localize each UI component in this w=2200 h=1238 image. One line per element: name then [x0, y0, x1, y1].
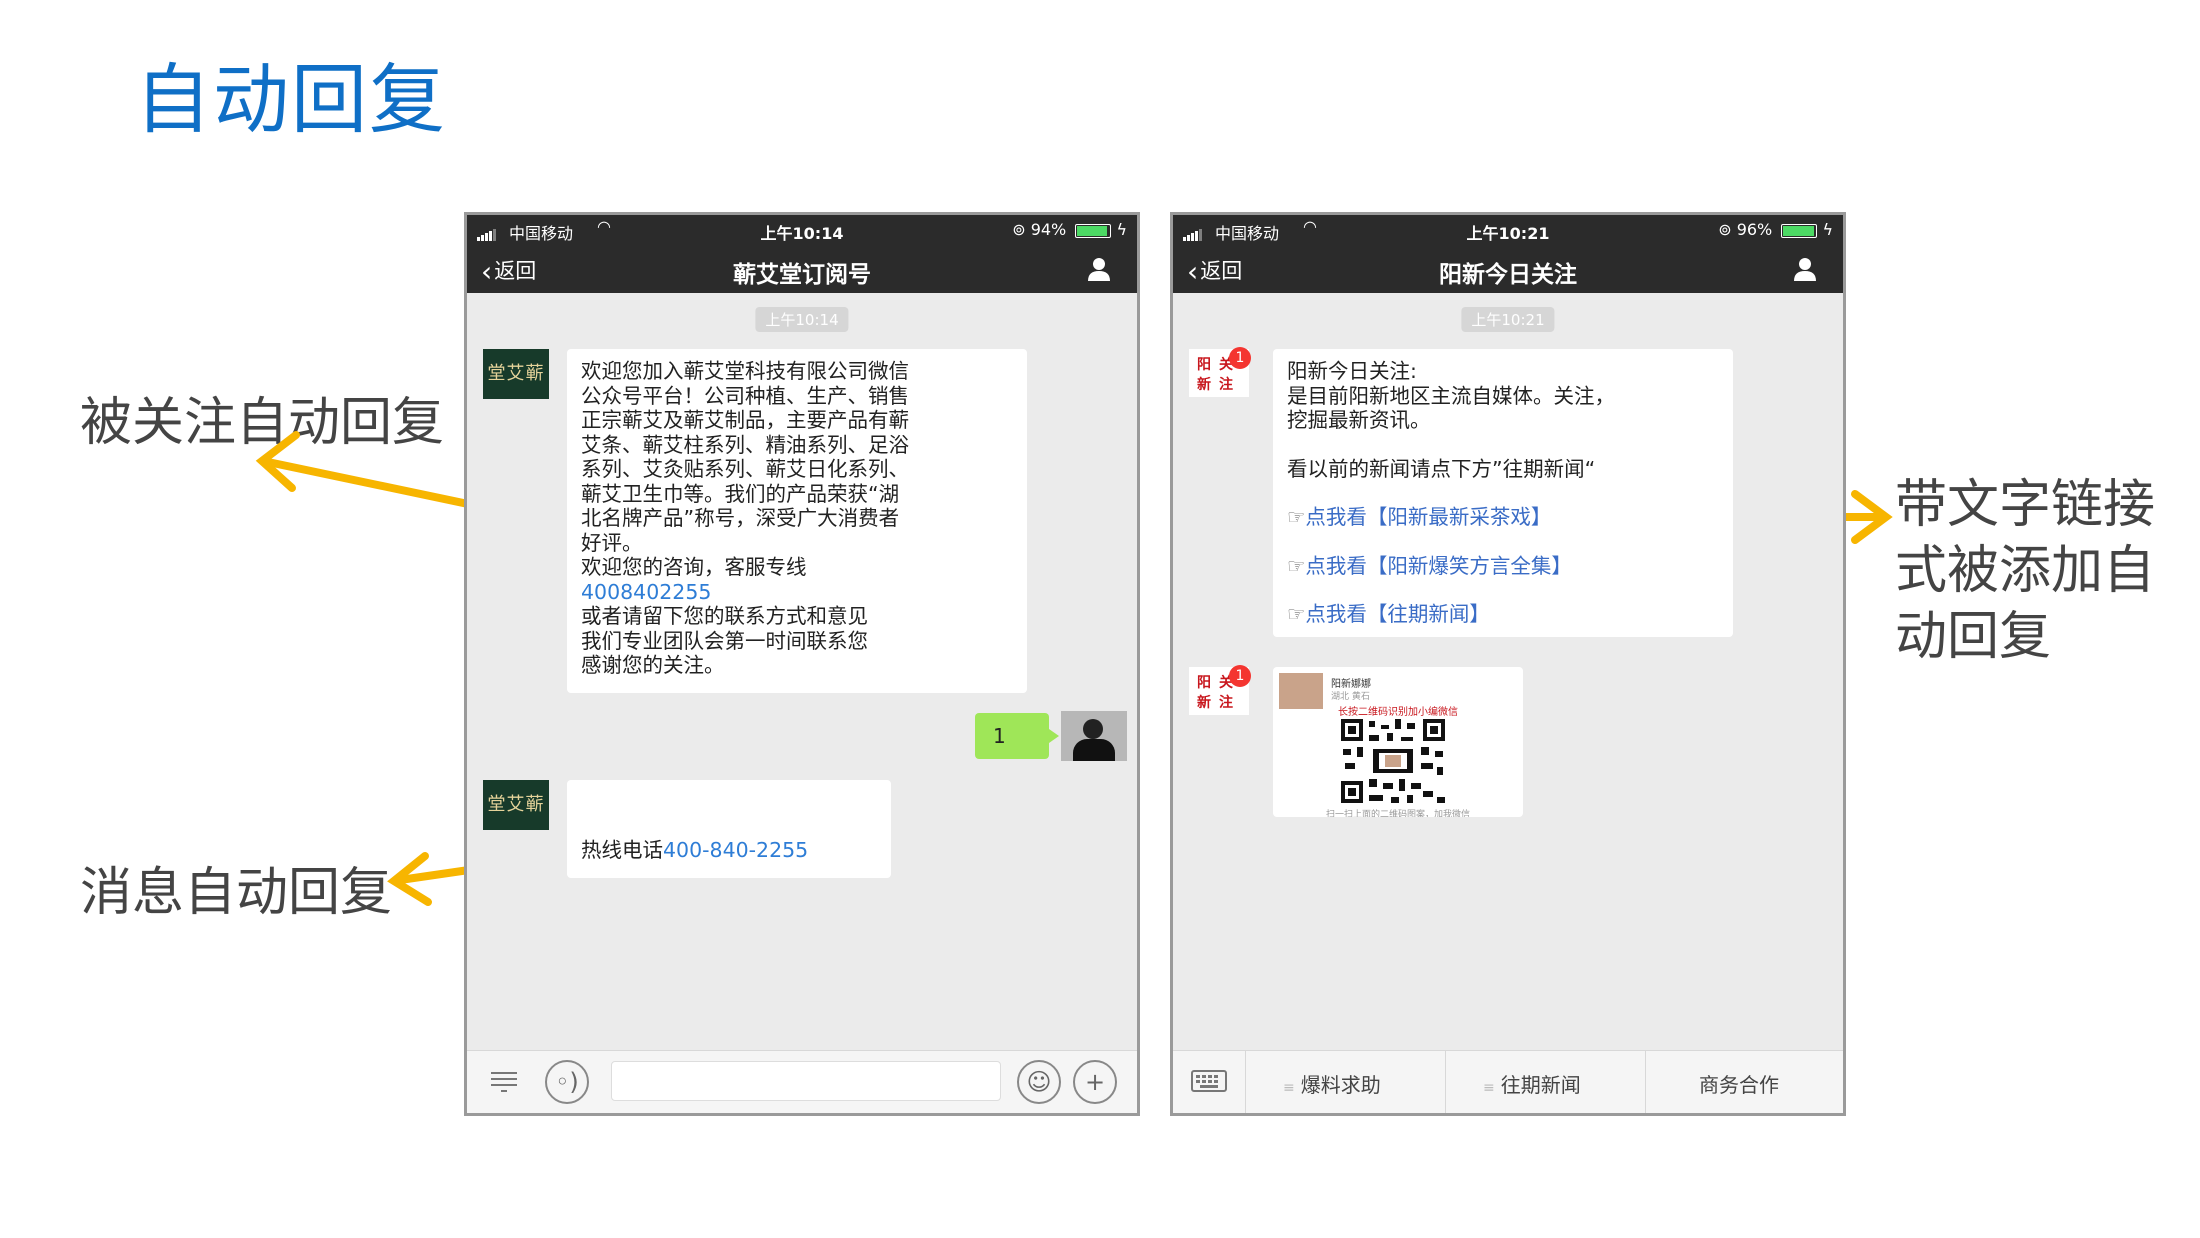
person-icon[interactable]	[1085, 255, 1113, 283]
chat-input-bar: ◦) ☺ +	[467, 1050, 1137, 1113]
label-link-line-3: 动回复	[1895, 607, 2052, 667]
message-timestamp: 上午10:14	[755, 307, 849, 332]
orientation-lock-icon: ⊚	[1012, 220, 1026, 239]
avatar-char: 阳	[1197, 675, 1211, 691]
status-bar: 中国移动 ◠ 上午10:14 ⊚ 94% ϟ	[467, 215, 1137, 245]
label-link-auto-reply: 带文字链接 式被添加自 动回复	[1895, 472, 2175, 670]
link-label: 点我看【阳新爆笑方言全集】	[1305, 553, 1572, 578]
qr-code-image-message[interactable]: 阳新娜娜 湖北 黄石 长按二维码识别加小编微信 扫一扫上面的二维码图案，加我微信	[1273, 667, 1523, 817]
menu-label: 商务合作	[1699, 1073, 1779, 1097]
label-link-line-2: 式被添加自	[1895, 541, 2156, 601]
service-phone-link[interactable]: 4008402255	[581, 580, 1013, 605]
avatar-char: 新	[1197, 377, 1211, 393]
welcome-line: 或者请留下您的联系方式和意见	[581, 604, 868, 628]
welcome-line: 我们专业团队会第一时间联系您	[581, 628, 868, 653]
welcome-line: 公众号平台！公司种植、生产、销售	[581, 383, 909, 408]
link-latest-opera[interactable]: ☞点我看【阳新最新采茶戏】	[1287, 505, 1719, 530]
welcome-line: 系列、艾灸贴系列、蕲艾日化系列、	[581, 457, 909, 481]
phone-service-account: 中国移动 ◠ 上午10:21 ⊚ 96% ϟ ‹返回 阳新今日关注 上午10:2…	[1170, 212, 1846, 1116]
qr-footer: 扫一扫上面的二维码图案，加我微信	[1325, 810, 1470, 817]
menu-label: 爆料求助	[1300, 1073, 1381, 1097]
msg-line: 阳新今日关注:	[1287, 359, 1417, 383]
welcome-line: 感谢您的关注。	[581, 653, 725, 677]
emoji-icon[interactable]: ☺	[1017, 1060, 1061, 1104]
avatar-char: 注	[1219, 377, 1233, 393]
avatar-char: 注	[1219, 695, 1233, 711]
msg-line: 挖掘最新资讯。	[1287, 408, 1431, 432]
status-bar: 中国移动 ◠ 上午10:21 ⊚ 96% ϟ	[1173, 215, 1843, 245]
hotline-phone-link[interactable]: 400-840-2255	[663, 838, 808, 862]
welcome-line: 蕲艾卫生巾等。我们的产品荣获“湖	[581, 481, 900, 506]
nav-bar: ‹返回 阳新今日关注	[1173, 245, 1843, 293]
official-account-avatar[interactable]: 阳 关 新 注 1	[1189, 665, 1251, 715]
submenu-icon: ≡	[1283, 1080, 1295, 1096]
qr-code-icon	[1339, 717, 1447, 805]
link-message-bubble: 阳新今日关注: 是目前阳新地区主流自媒体。关注， 挖掘最新资讯。 看以前的新闻请…	[1273, 349, 1733, 637]
label-follow-auto-reply: 被关注自动回复	[80, 393, 445, 453]
welcome-line: 欢迎您加入蕲艾堂科技有限公司微信	[581, 359, 909, 383]
menu-item-business[interactable]: 商务合作	[1699, 1069, 1779, 1098]
nav-bar: ‹返回 蕲艾堂订阅号	[467, 245, 1137, 293]
official-account-avatar[interactable]: 阳 关 新 注 1	[1189, 347, 1251, 397]
chat-title: 阳新今日关注	[1439, 262, 1577, 288]
battery-icon	[1075, 223, 1112, 238]
keyboard-icon[interactable]	[1191, 1069, 1227, 1093]
custom-menu-bar: ≡ 爆料求助 ≡ 往期新闻 商务合作	[1173, 1050, 1843, 1113]
message-input[interactable]	[611, 1061, 1001, 1101]
menu-item-past-news[interactable]: ≡ 往期新闻	[1483, 1069, 1581, 1098]
battery-percent: 96%	[1736, 220, 1773, 239]
chat-title: 蕲艾堂订阅号	[733, 262, 871, 288]
official-account-avatar[interactable]: 堂艾蕲	[483, 780, 549, 830]
charging-icon: ϟ	[1822, 220, 1833, 239]
message-timestamp: 上午10:21	[1461, 307, 1555, 332]
unread-badge: 1	[1229, 665, 1251, 687]
welcome-message-bubble: 欢迎您加入蕲艾堂科技有限公司微信 公众号平台！公司种植、生产、销售 正宗蕲艾及蕲…	[567, 349, 1027, 693]
contact-name: 阳新娜娜	[1331, 679, 1371, 690]
label-message-auto-reply: 消息自动回复	[80, 863, 393, 923]
welcome-line: 北名牌产品”称号，深受广大消费者	[581, 506, 900, 530]
unread-badge: 1	[1229, 347, 1251, 369]
person-icon[interactable]	[1791, 255, 1819, 283]
pointing-hand-icon: ☞	[1287, 505, 1306, 529]
arrow-message-head	[387, 852, 432, 906]
charging-icon: ϟ	[1116, 220, 1127, 239]
hotline-reply-bubble: 热线电话400-840-2255	[567, 780, 891, 878]
slide-title: 自动回复	[135, 55, 447, 144]
voice-input-icon[interactable]: ◦)	[545, 1060, 589, 1104]
pointing-hand-icon: ☞	[1287, 602, 1306, 626]
menu-label: 往期新闻	[1500, 1073, 1581, 1097]
link-label: 点我看【阳新最新采茶戏】	[1305, 505, 1552, 529]
pointing-hand-icon: ☞	[1287, 553, 1306, 578]
contact-location: 湖北 黄石	[1331, 692, 1370, 702]
arrow-link-head	[1851, 490, 1893, 544]
link-label: 点我看【往期新闻】	[1305, 602, 1490, 626]
label-link-line-1: 带文字链接	[1895, 475, 2156, 535]
welcome-line: 欢迎您的咨询，客服专线	[581, 555, 807, 579]
menu-list-icon[interactable]	[489, 1069, 519, 1093]
my-avatar[interactable]	[1061, 711, 1127, 761]
battery-percent: 94%	[1030, 220, 1067, 239]
avatar-char: 阳	[1197, 357, 1211, 373]
welcome-line: 艾条、蕲艾柱系列、精油系列、足浴	[581, 432, 909, 457]
welcome-line: 正宗蕲艾及蕲艾制品，主要产品有蕲	[581, 408, 909, 432]
link-past-news[interactable]: ☞点我看【往期新闻】	[1287, 602, 1719, 627]
orientation-lock-icon: ⊚	[1718, 220, 1732, 239]
submenu-icon: ≡	[1483, 1080, 1495, 1096]
phone-subscription-account: 中国移动 ◠ 上午10:14 ⊚ 94% ϟ ‹返回 蕲艾堂订阅号 上午10:1…	[464, 212, 1140, 1116]
hotline-prefix: 热线电话	[581, 838, 663, 862]
link-dialect-comedy[interactable]: ☞点我看【阳新爆笑方言全集】	[1287, 554, 1719, 579]
qr-tip: 长按二维码识别加小编微信	[1338, 707, 1458, 718]
plus-icon[interactable]: +	[1073, 1060, 1117, 1104]
welcome-line: 好评。	[581, 530, 643, 555]
my-message-bubble: 1	[975, 713, 1059, 759]
msg-line: 看以前的新闻请点下方”往期新闻“	[1287, 456, 1596, 481]
battery-icon	[1781, 223, 1818, 238]
menu-item-report[interactable]: ≡ 爆料求助	[1283, 1069, 1381, 1098]
avatar-char: 新	[1197, 695, 1211, 711]
official-account-avatar[interactable]: 堂艾蕲	[483, 349, 549, 399]
msg-line: 是目前阳新地区主流自媒体。关注，	[1287, 383, 1615, 408]
